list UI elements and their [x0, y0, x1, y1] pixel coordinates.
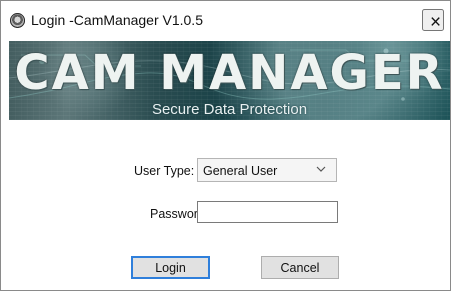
user-type-dropdown[interactable]: General User	[197, 158, 337, 182]
user-type-selected-value: General User	[203, 164, 278, 178]
cancel-button[interactable]: Cancel	[261, 256, 339, 279]
login-button[interactable]: Login	[131, 256, 210, 279]
banner-subtitle: Secure Data Protection	[151, 101, 308, 118]
chevron-down-icon	[316, 166, 326, 172]
window-title: Login -CamManager V1.0.5	[31, 12, 203, 28]
cam-manager-banner: CAM MANAGER Secure Data Protection	[9, 41, 450, 120]
close-button[interactable]: ×	[422, 9, 444, 33]
camera-lens-icon	[10, 13, 25, 28]
close-icon: ×	[430, 12, 442, 33]
password-field[interactable]	[197, 201, 338, 223]
title-bar[interactable]: Login -CamManager V1.0.5 ×	[1, 1, 450, 41]
user-type-label: User Type:	[134, 164, 195, 178]
banner-title: CAM MANAGER	[14, 45, 445, 101]
login-window: Login -CamManager V1.0.5 × CAM MANAGER S…	[0, 0, 451, 291]
